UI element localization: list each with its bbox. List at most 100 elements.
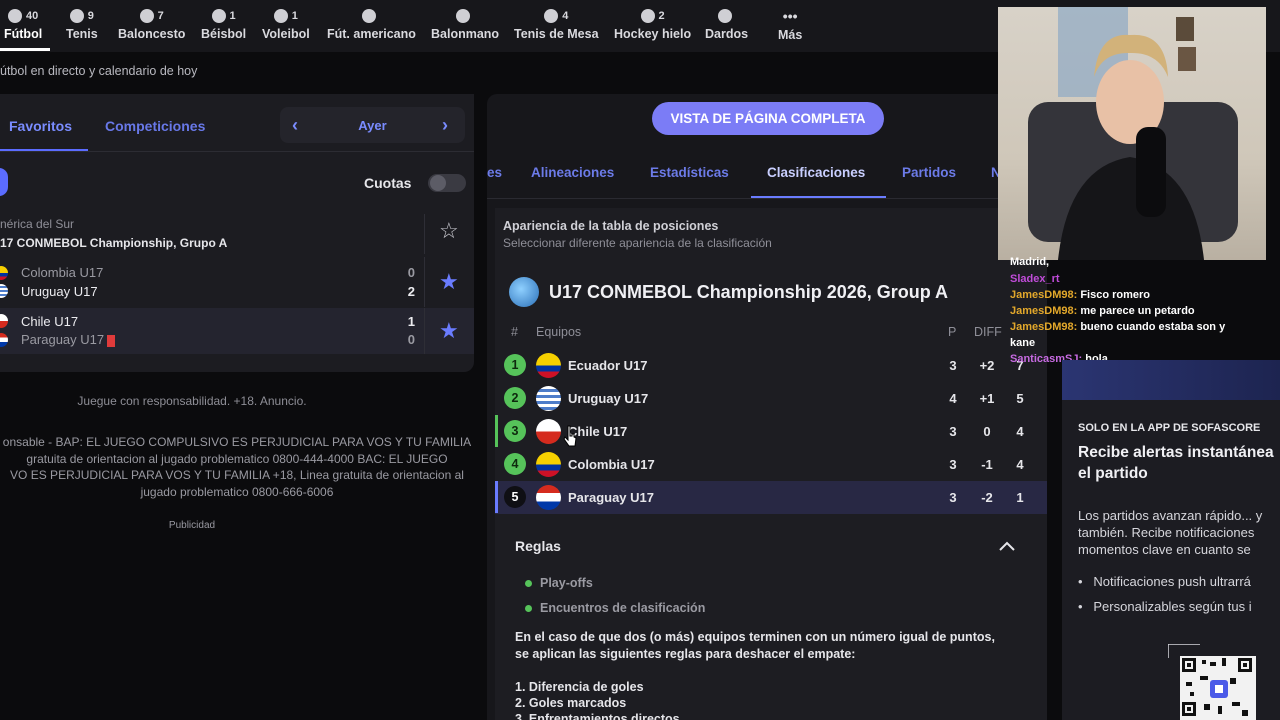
standings-row[interactable]: 3 Chile U17 3 0 4 — [495, 415, 1047, 448]
chat-message: Madrid, — [1010, 256, 1050, 268]
live-filter-button[interactable] — [0, 168, 8, 196]
promo-text: Los partidos avanzan rápido... y también… — [1078, 508, 1263, 557]
chat-message: kane — [1010, 337, 1036, 349]
chat-message: JamesDM98: bueno cuando estaba son y — [1010, 321, 1226, 333]
odds-toggle[interactable] — [428, 174, 466, 192]
star-filled-icon[interactable]: ★ — [439, 269, 459, 295]
chat-message: Sladex_rt — [1010, 273, 1060, 285]
legend-dot-icon — [525, 580, 532, 587]
chile-flag-icon — [536, 419, 561, 444]
chevron-right-icon[interactable]: › — [442, 115, 448, 136]
header-rank: # — [511, 325, 518, 339]
baseball-bat-icon — [211, 8, 226, 23]
ad-label: Publicidad — [168, 520, 216, 531]
ice-hockey-icon — [640, 8, 655, 23]
tiebreak-rules-text: En el caso de que dos (o más) equipos te… — [515, 630, 995, 661]
more-dots-icon: ••• — [782, 8, 798, 24]
header-diff: DIFF — [974, 325, 1002, 339]
match-away-score: 2 — [407, 284, 415, 299]
standings-row[interactable]: 4 Colombia U17 3 -1 4 — [495, 448, 1047, 481]
responsible-gaming-text: Juegue con responsabilidad. +18. Anuncio… — [77, 394, 307, 408]
rules-title[interactable]: Reglas — [515, 538, 561, 554]
match-home-team[interactable]: Colombia U17 — [21, 265, 103, 280]
mouse-cursor-icon — [563, 425, 577, 447]
chevron-up-icon[interactable] — [998, 537, 1016, 555]
tab-standings[interactable]: Clasificaciones — [767, 165, 865, 180]
sport-tab-hockey-hielo[interactable]: 2 Hockey hielo — [614, 8, 691, 41]
soccer-ball-icon — [7, 8, 22, 23]
sport-tab-voleibol[interactable]: 1 Voleibol — [262, 8, 310, 41]
sport-tab-beisbol[interactable]: 1 Béisbol — [201, 8, 246, 41]
star-filled-icon[interactable]: ★ — [439, 318, 459, 344]
match-home-score: 0 — [407, 265, 415, 280]
sport-tab-futbol-americano[interactable]: Fút. americano — [327, 8, 416, 41]
streamer-video — [1028, 7, 1238, 260]
sport-tab-dardos[interactable]: Dardos — [705, 8, 748, 41]
volleyball-icon — [273, 8, 288, 23]
star-outline-icon[interactable]: ☆ — [439, 218, 459, 244]
date-picker: ‹ Ayer › — [280, 107, 465, 143]
match-away-team[interactable]: Uruguay U17 — [21, 284, 98, 299]
divider — [424, 308, 425, 354]
tab-lineups[interactable]: Alineaciones — [531, 165, 614, 180]
tab-matches[interactable]: Partidos — [902, 165, 956, 180]
promo-title: Recibe alertas instantánea el partido — [1078, 444, 1274, 482]
tiebreak-rule: 3. Enfrentamientos directos — [515, 712, 680, 720]
standings-row[interactable]: 2 Uruguay U17 4 +1 5 — [495, 382, 1047, 415]
webcam-overlay — [998, 7, 1266, 260]
legend-qualification: Encuentros de clasificación — [540, 601, 706, 615]
legend-dot-icon — [525, 605, 532, 612]
american-football-icon — [362, 8, 377, 23]
standings-row-highlighted[interactable]: 5 Paraguay U17 3 -2 1 — [495, 481, 1047, 514]
divider — [424, 257, 425, 307]
stream-chat: Madrid, Sladex_rt JamesDM98: Fisco romer… — [1006, 256, 1280, 372]
page-subtitle: útbol en directo y calendario de hoy — [0, 64, 198, 78]
darts-icon — [717, 8, 732, 23]
match-home-team[interactable]: Chile U17 — [21, 314, 78, 329]
handball-icon — [456, 8, 471, 23]
tiebreak-rule: 1. Diferencia de goles — [515, 680, 644, 694]
ecuador-flag-icon — [536, 353, 561, 378]
sport-tab-futbol[interactable]: 40 Fútbol — [4, 8, 42, 41]
table-appearance-subtitle: Seleccionar diferente apariencia de la c… — [503, 236, 772, 250]
matches-panel: Favoritos Competiciones ‹ Ayer › Cuotas … — [0, 94, 474, 372]
chat-message: JamesDM98: Fisco romero — [1010, 289, 1151, 301]
tiebreak-rule: 2. Goles marcados — [515, 696, 627, 710]
tab-statistics[interactable]: Estadísticas — [650, 165, 729, 180]
table-appearance-title[interactable]: Apariencia de la tabla de posiciones — [503, 219, 718, 233]
uruguay-flag-icon — [536, 386, 561, 411]
selected-team-marker — [495, 481, 498, 513]
sport-tab-tenis[interactable]: 9 Tenis — [66, 8, 98, 41]
header-played: P — [948, 325, 957, 339]
sport-tab-mas[interactable]: ••• Más — [778, 8, 802, 42]
legal-disclaimer: onsable - BAP: EL JUEGO COMPULSIVO ES PE… — [2, 435, 472, 499]
chat-message: JamesDM98: me parece un petardo — [1010, 305, 1195, 317]
tab-favorites[interactable]: Favoritos — [9, 118, 72, 134]
promo-banner-image — [1062, 360, 1280, 402]
full-page-view-button[interactable]: VISTA DE PÁGINA COMPLETA — [652, 102, 884, 135]
tennis-ball-icon — [69, 8, 84, 23]
match-away-score: 0 — [407, 332, 415, 347]
promo-bullet: • Notificaciones push ultrarrá — [1078, 574, 1251, 589]
date-label[interactable]: Ayer — [280, 118, 465, 133]
competition-logo — [509, 277, 539, 307]
match-home-score: 1 — [407, 314, 415, 329]
sport-tab-tenis-de-mesa[interactable]: 4 Tenis de Mesa — [514, 8, 599, 41]
active-sport-underline — [0, 48, 50, 51]
red-card-icon — [107, 334, 116, 347]
standings-row[interactable]: 1 Ecuador U17 3 +2 7 — [495, 349, 1047, 382]
paraguay-flag-icon — [536, 485, 561, 510]
tab-competitions[interactable]: Competiciones — [105, 118, 205, 134]
legend-playoffs: Play-offs — [540, 576, 593, 590]
match-away-team[interactable]: Paraguay U17 — [21, 332, 116, 347]
tabs-divider — [487, 198, 1047, 199]
sport-tab-balonmano[interactable]: Balonmano — [431, 8, 499, 41]
qr-code-icon — [1168, 644, 1256, 720]
colombia-flag-icon — [0, 266, 8, 280]
league-name[interactable]: 17 CONMEBOL Championship, Grupo A — [0, 236, 227, 250]
tab-partial[interactable]: es — [487, 165, 502, 180]
sport-tab-baloncesto[interactable]: 7 Baloncesto — [118, 8, 185, 41]
table-tennis-icon — [544, 8, 559, 23]
competition-title: U17 CONMEBOL Championship 2026, Group A — [549, 282, 949, 302]
league-country: nérica del Sur — [0, 217, 75, 231]
